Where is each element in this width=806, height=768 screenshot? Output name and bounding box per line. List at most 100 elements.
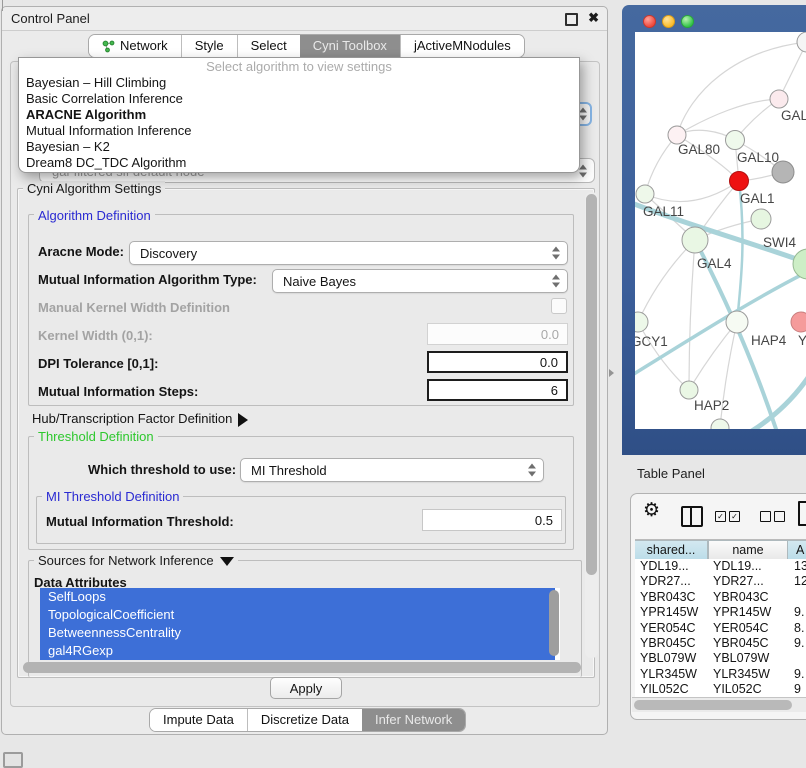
tab-impute-data[interactable]: Impute Data [150,709,247,731]
combo-spinner-icon [528,464,536,477]
list-item[interactable]: TopologicalCoefficient [40,606,555,624]
network-nodes [635,32,806,429]
hub-factor-expander[interactable]: Hub/Transcription Factor Definition [32,411,248,427]
expander-down-icon [220,557,234,566]
network-labels: GAL80 GAL10 GAL1 GAL11 SWI4 GAL4 GCY1 HA… [635,108,806,413]
list-item[interactable]: gal4RGexp [40,642,555,660]
node-gal10[interactable] [726,131,745,150]
bottom-left-panel-icon[interactable] [3,752,23,768]
column-header-name[interactable]: name [708,540,788,560]
node-gal11[interactable] [636,185,654,203]
mac-close-icon[interactable] [643,15,656,28]
column-header-shared-name[interactable]: shared... [635,540,708,560]
list-item[interactable]: BetweennessCentrality [40,624,555,642]
dpi-tolerance-field[interactable]: 0.0 [427,351,568,373]
tab-infer-network[interactable]: Infer Network [362,709,465,731]
dropdown-item[interactable]: Bayesian – K2 [19,139,579,155]
table-row[interactable]: YDL19... YDL19... 13 [635,559,806,574]
node-label: GAL4 [697,256,732,271]
dropdown-item[interactable]: Dream8 DC_TDC Algorithm [19,155,579,171]
window-edge-tick [2,0,3,11]
manual-kernel-width-label: Manual Kernel Width Definition [38,300,230,315]
node-label-partial: GAL [781,108,806,123]
node-hap2[interactable] [680,381,698,399]
table-row[interactable]: YIL052C YIL052C 9 [635,682,806,697]
float-window-icon[interactable] [565,13,578,26]
tab-network[interactable]: Network [89,35,181,57]
mi-threshold-field[interactable]: 0.5 [422,509,562,531]
table-row[interactable]: YPR145W YPR145W 9. [635,605,806,620]
mi-steps-label: Mutual Information Steps: [38,384,198,399]
gear-icon[interactable]: ⚙ [643,499,660,521]
which-threshold-combobox[interactable]: MI Threshold [240,458,544,482]
table-row[interactable]: YBR043C YBR043C [635,590,806,605]
dropdown-item[interactable]: Basic Correlation Inference [19,91,579,107]
table-hscrollbar-thumb[interactable] [634,700,792,710]
tab-cyni-toolbox[interactable]: Cyni Toolbox [300,35,400,57]
tab-style[interactable]: Style [181,35,237,57]
tab-label: Discretize Data [261,709,349,731]
cell: YDR27... [708,574,788,589]
network-canvas[interactable]: GAL80 GAL10 GAL1 GAL11 SWI4 GAL4 GCY1 HA… [635,32,806,429]
node-gal1-selected-red[interactable] [730,172,749,191]
new-table-icon[interactable] [798,501,806,526]
cell [788,651,806,666]
cyni-bottom-tabs: Impute Data Discretize Data Infer Networ… [149,708,466,732]
kernel-width-field[interactable]: 0.0 [427,323,568,345]
mi-steps-field[interactable]: 6 [427,379,568,401]
panel-title: Control Panel [11,11,90,26]
table-row[interactable]: YER054C YER054C 8. [635,621,806,636]
dropdown-item[interactable]: Bayesian – Hill Climbing [19,75,579,91]
dpi-tolerance-label: DPI Tolerance [0,1]: [38,356,158,371]
dropdown-item[interactable]: Mutual Information Inference [19,123,579,139]
sources-collapse-toggle[interactable]: Sources for Network Inference [34,553,238,568]
mi-algorithm-type-combobox[interactable]: Naive Bayes [272,269,568,293]
close-icon[interactable]: ✖ [588,10,599,26]
deselect-all-icon[interactable] [760,511,785,522]
dropdown-item[interactable]: ARACNE Algorithm [19,107,579,123]
table-row[interactable]: YLR345W YLR345W 9. [635,667,806,682]
cell: YER054C [708,621,788,636]
node-swi4[interactable] [751,209,771,229]
settings-vscrollbar-thumb[interactable] [586,194,597,575]
combo-spinner-icon [552,247,560,260]
tab-label: Impute Data [163,709,234,731]
list-item[interactable]: SelfLoops [40,588,555,606]
node-label-partial: Y [798,333,806,348]
table-row[interactable]: YDR27... YDR27... 12 [635,574,806,589]
cell: YLR345W [635,667,708,682]
node-bright-green[interactable] [793,249,806,279]
tab-discretize-data[interactable]: Discretize Data [247,709,362,731]
select-all-icon[interactable]: ✓✓ [715,511,740,522]
tab-select[interactable]: Select [237,35,300,57]
node-salmon[interactable] [791,312,806,332]
column-header-partial[interactable]: A [788,540,806,560]
node-label: GCY1 [635,334,668,349]
tab-jactivemnodules[interactable]: jActiveMNodules [400,35,524,57]
table-header: shared... name A [635,539,806,560]
attributes-scrollbar-thumb[interactable] [549,590,559,656]
node-gal4[interactable] [682,227,708,253]
node-unlabeled[interactable] [797,32,806,52]
panel-divider-handle[interactable] [609,369,614,377]
node-gcy1[interactable] [635,312,648,332]
table-panel-title: Table Panel [637,466,705,481]
table-row[interactable]: YBL079W YBL079W [635,651,806,666]
aracne-mode-combobox[interactable]: Discovery [129,241,568,265]
mac-zoom-icon[interactable] [681,15,694,28]
node-hap4[interactable] [726,311,748,333]
settings-hscrollbar-thumb[interactable] [23,662,581,673]
cell: YPR145W [708,605,788,620]
mac-minimize-icon[interactable] [662,15,675,28]
cell: YIL052C [708,682,788,697]
node-label: SWI4 [763,235,796,250]
node-bottom-partial[interactable] [711,419,729,429]
table-hscrollbar-track[interactable] [632,697,806,712]
manual-kernel-width-checkbox[interactable] [551,298,567,314]
apply-button[interactable]: Apply [270,677,342,699]
control-panel-tabs: Network Style Select Cyni Toolbox jActiv… [88,34,525,58]
table-row[interactable]: YBR045C YBR045C 9. [635,636,806,651]
node-gal-partial[interactable] [770,90,788,108]
hub-factor-label: Hub/Transcription Factor Definition [32,411,232,426]
split-panel-icon[interactable] [681,506,703,527]
